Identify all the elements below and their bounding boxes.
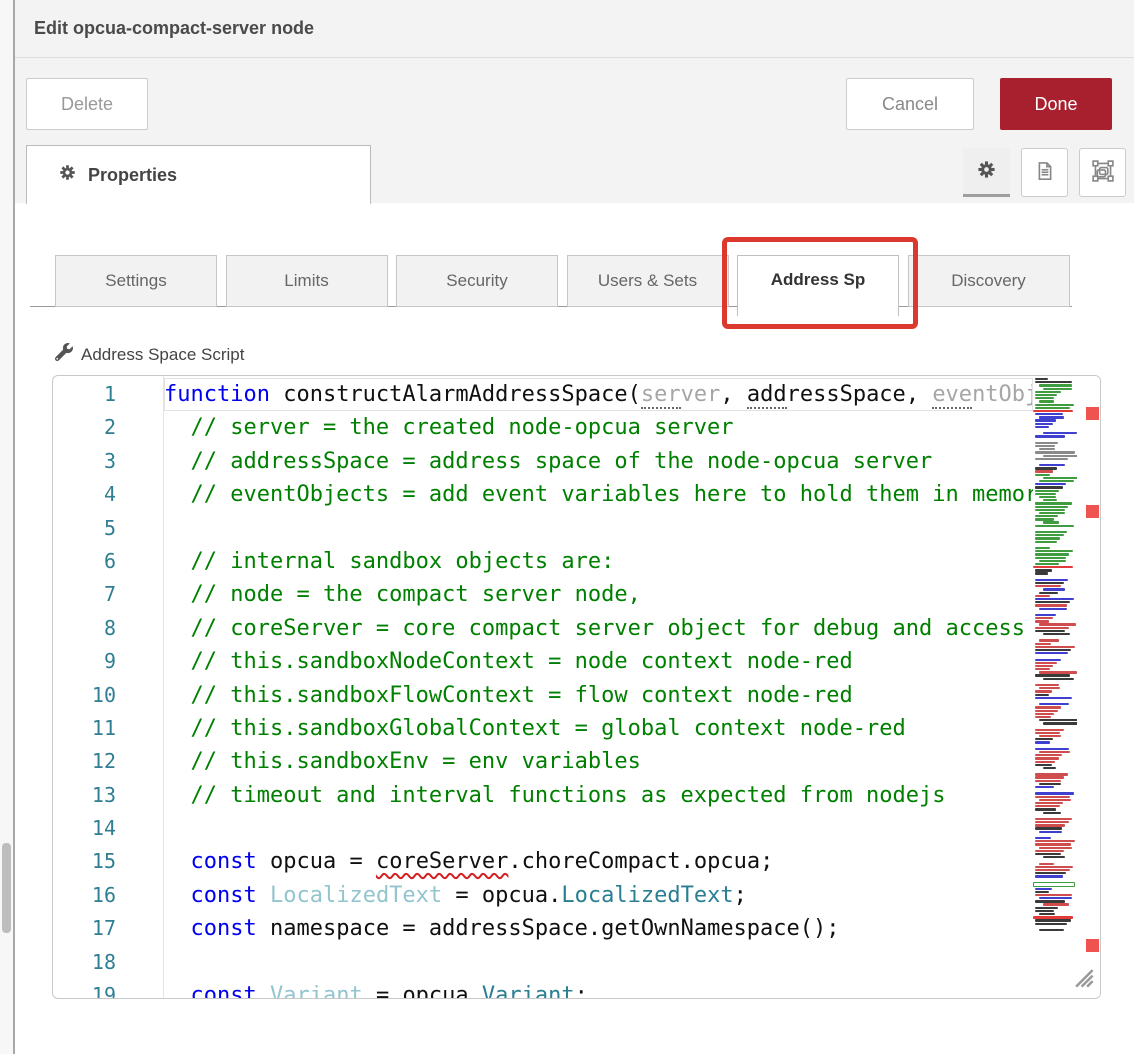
page-left-scrollbar[interactable] [0,0,13,1054]
node-description-button[interactable] [1021,148,1068,197]
tab-users-sets[interactable]: Users & Sets [567,255,729,307]
line-number: 15 [53,845,163,878]
node-appearance-icon [1092,160,1114,185]
tab-discovery[interactable]: Discovery [908,255,1070,307]
error-marker[interactable] [1086,939,1099,952]
line-number: 10 [53,679,163,712]
tab-limits[interactable]: Limits [226,255,388,307]
line-number: 7 [53,578,163,611]
dialog-toolbar: Delete Cancel Done [15,58,1134,145]
editor-overview-ruler[interactable] [1077,376,1100,998]
editor-resize-grip[interactable] [1072,966,1094,988]
code-line-7: // node = the compact server node, [164,578,1033,611]
editor-type-buttons [963,148,1126,197]
dialog-header: Edit opcua-compact-server node [15,0,1134,58]
tab-security[interactable]: Security [396,255,558,307]
line-number: 3 [53,445,163,478]
code-line-1: function constructAlarmAddressSpace(serv… [164,378,1033,411]
edit-node-dialog: Edit opcua-compact-server node Delete Ca… [15,0,1134,1054]
code-line-14 [164,812,1033,845]
node-properties-button[interactable] [963,148,1010,197]
line-number: 4 [53,478,163,511]
line-number: 2 [53,411,163,444]
line-number: 14 [53,812,163,845]
code-line-8: // coreServer = core compact server obje… [164,612,1033,645]
line-number: 11 [53,712,163,745]
tab-properties[interactable]: Properties [26,145,371,204]
gear-icon [59,164,76,186]
tab-settings[interactable]: Settings [55,255,217,307]
line-number: 5 [53,512,163,545]
line-number: 16 [53,879,163,912]
line-number: 6 [53,545,163,578]
line-number: 8 [53,612,163,645]
section-label: Address Space Script [81,345,244,365]
code-line-13: // timeout and interval functions as exp… [164,779,1033,812]
properties-tab-row: Properties [15,145,1134,204]
annotation-highlight-box [722,237,918,329]
editor-minimap[interactable] [1033,378,1077,998]
code-line-12: // this.sandboxEnv = env variables [164,745,1033,778]
line-number: 19 [53,979,163,999]
delete-button[interactable]: Delete [26,78,148,130]
code-line-2: // server = the created node-opcua serve… [164,411,1033,444]
document-icon [1035,161,1055,184]
dialog-content: SettingsLimitsSecurityUsers & Sets Addres… [15,203,1134,1054]
gear-icon [977,160,996,182]
page-left-scrollbar-thumb[interactable] [2,843,11,933]
code-line-10: // this.sandboxFlowContext = flow contex… [164,679,1033,712]
line-number: 17 [53,912,163,945]
wrench-icon [55,343,73,366]
code-line-4: // eventObjects = add event variables he… [164,478,1033,511]
code-line-18 [164,946,1033,979]
cancel-button[interactable]: Cancel [846,78,974,130]
done-button[interactable]: Done [1000,78,1112,130]
line-number: 9 [53,645,163,678]
error-marker[interactable] [1086,407,1099,420]
code-line-9: // this.sandboxNodeContext = node contex… [164,645,1033,678]
dialog-title: Edit opcua-compact-server node [34,18,314,39]
code-line-15: const opcua = coreServer.choreCompact.op… [164,845,1033,878]
editor-gutter: 12345678910111213141516171819 [53,378,163,999]
error-marker[interactable] [1086,505,1099,518]
code-line-3: // addressSpace = address space of the n… [164,445,1033,478]
section-header: Address Space Script [55,343,244,366]
editor-code-area[interactable]: function constructAlarmAddressSpace(serv… [164,378,1033,999]
code-line-11: // this.sandboxGlobalContext = global co… [164,712,1033,745]
line-number: 12 [53,745,163,778]
code-line-19: const Variant = opcua.Variant; [164,979,1033,999]
code-line-5 [164,512,1033,545]
code-line-17: const namespace = addressSpace.getOwnNam… [164,912,1033,945]
line-number: 13 [53,779,163,812]
code-line-6: // internal sandbox objects are: [164,545,1033,578]
line-number: 1 [53,378,163,411]
code-line-16: const LocalizedText = opcua.LocalizedTex… [164,879,1033,912]
properties-tab-label: Properties [88,165,177,186]
line-number: 18 [53,946,163,979]
code-editor[interactable]: 12345678910111213141516171819 function c… [52,375,1101,999]
node-appearance-button[interactable] [1079,148,1126,197]
